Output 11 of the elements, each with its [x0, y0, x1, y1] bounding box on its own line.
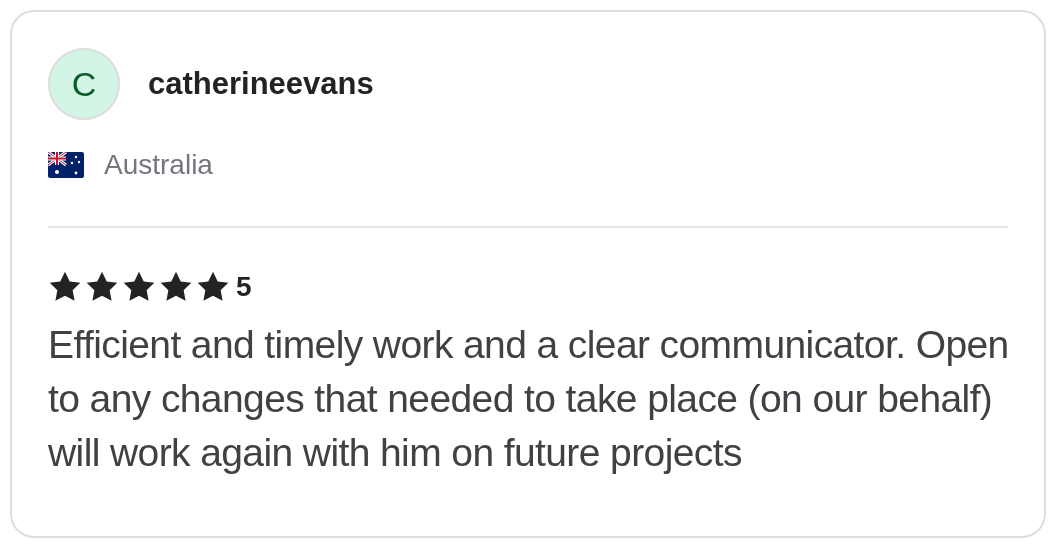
- star-icon: [85, 271, 119, 303]
- star-icon: [159, 271, 193, 303]
- rating-value: 5: [236, 270, 252, 304]
- reviewer-name: catherineevans: [148, 64, 374, 103]
- flag-icon: [48, 152, 84, 178]
- review-text: Efficient and timely work and a clear communicator. Open to any changes that needed to take place (on our behalf) will work again with him on future projects: [48, 322, 1010, 476]
- country-name: Australia: [104, 148, 213, 182]
- star-icon: [122, 271, 156, 303]
- star-icon: [196, 271, 230, 303]
- star-icon: [48, 271, 82, 303]
- avatar: C: [48, 48, 120, 120]
